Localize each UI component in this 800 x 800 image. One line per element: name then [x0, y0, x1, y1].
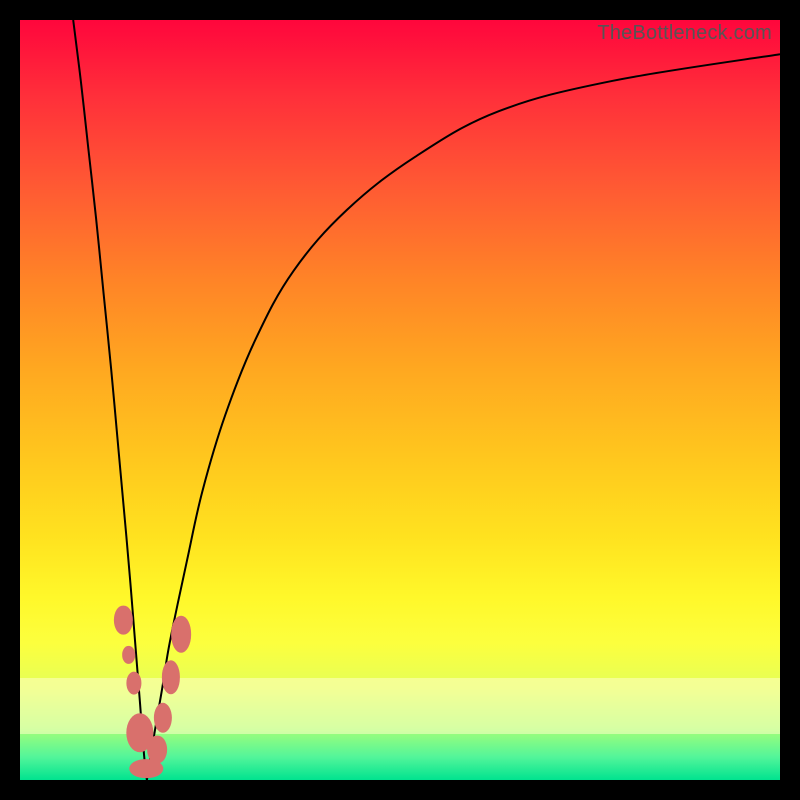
blob-6: [147, 735, 167, 764]
curve-left-branch: [73, 20, 147, 780]
blob-2: [122, 645, 136, 663]
blob-1: [114, 606, 132, 635]
bottleneck-curve: [20, 20, 780, 780]
outer-frame: TheBottleneck.com: [0, 0, 800, 800]
blob-3: [126, 671, 141, 694]
curve-right-branch: [147, 54, 780, 780]
plot-area: TheBottleneck.com: [20, 20, 780, 780]
blob-9: [171, 616, 191, 652]
